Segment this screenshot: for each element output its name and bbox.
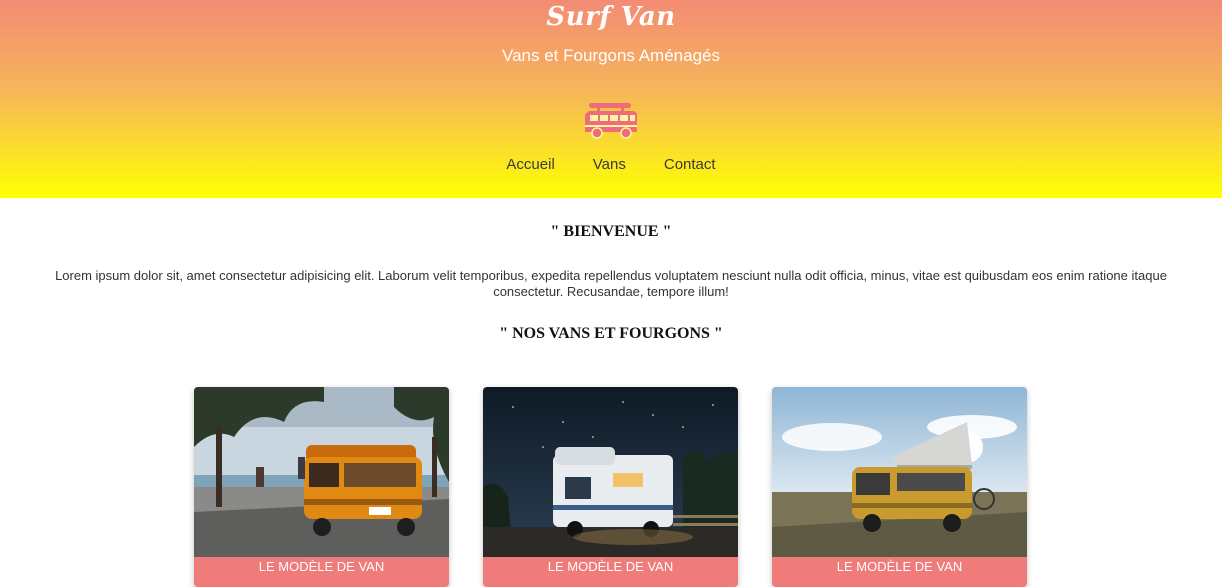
orange-van-beach-photo — [194, 387, 449, 557]
yellow-van-poptop-photo — [772, 387, 1027, 557]
main-nav: Accueil Vans Contact — [0, 156, 1222, 173]
nav-item-vans[interactable]: Vans — [593, 156, 626, 173]
site-header: Surf Van Vans et Fourgons Aménagés Accue… — [0, 0, 1222, 198]
card-label: LE MODÈLE DE VAN — [772, 557, 1027, 587]
camper-night-photo — [483, 387, 738, 557]
nav-item-accueil[interactable]: Accueil — [506, 156, 554, 173]
tagline: Vans et Fourgons Aménagés — [502, 46, 720, 65]
van-card[interactable]: LE MODÈLE DE VAN — [483, 387, 738, 587]
van-card[interactable]: LE MODÈLE DE VAN — [772, 387, 1027, 587]
van-icon[interactable] — [583, 101, 639, 141]
card-label: LE MODÈLE DE VAN — [483, 557, 738, 587]
intro-paragraph: Lorem ipsum dolor sit, amet consectetur … — [55, 268, 1167, 299]
nav-item-contact[interactable]: Contact — [664, 156, 716, 173]
card-label: LE MODÈLE DE VAN — [194, 557, 449, 587]
brand-title[interactable]: Surf Van — [0, 2, 1222, 32]
welcome-heading: " BIENVENUE " — [550, 223, 672, 240]
van-card[interactable]: LE MODÈLE DE VAN — [194, 387, 449, 587]
vans-heading: " NOS VANS ET FOURGONS " — [499, 325, 723, 342]
